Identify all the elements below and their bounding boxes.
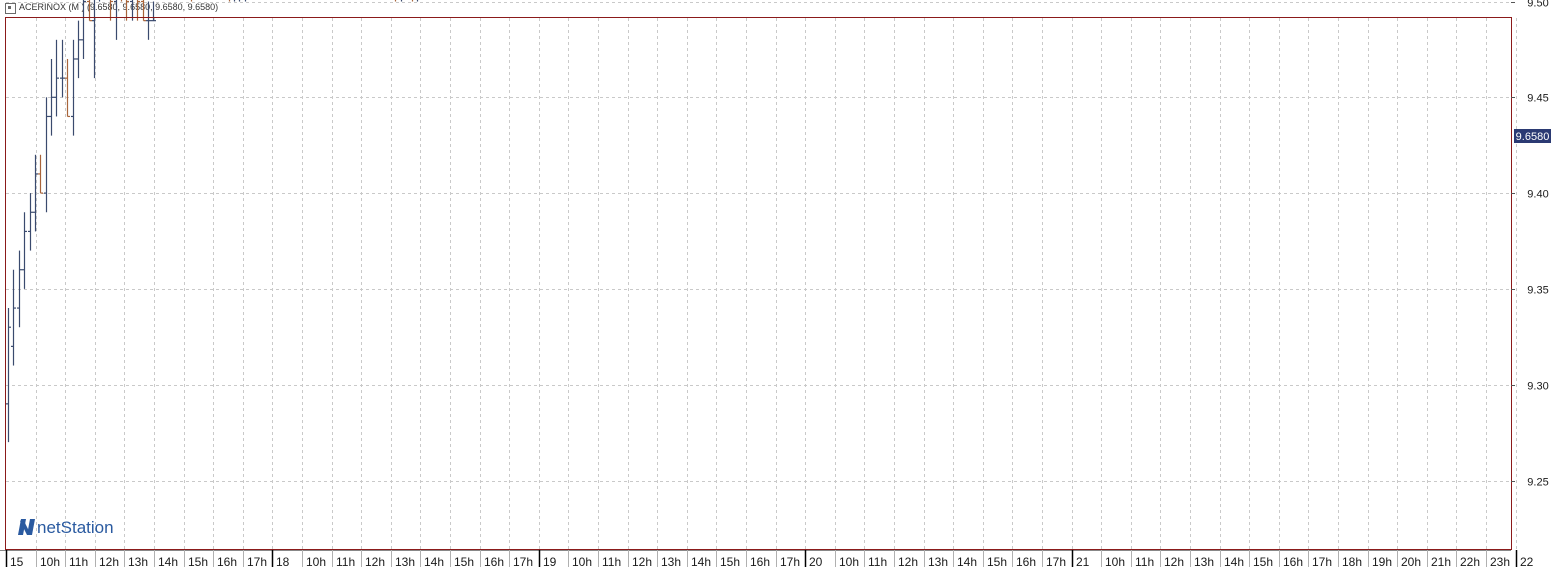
netstation-logo: netStation: [18, 518, 114, 537]
ohlc-bar: [28, 193, 33, 251]
x-tick-label: 19: [543, 555, 557, 569]
x-tick-label: 11h: [602, 555, 621, 569]
x-tick-label: 23h: [1490, 555, 1510, 569]
chart-bars: [6, 0, 419, 443]
ohlc-bar: [11, 269, 16, 366]
x-tick-label: 16h: [1016, 555, 1036, 569]
ohlc-bar: [244, 0, 247, 2]
ohlc-bar: [228, 0, 231, 2]
x-tick-label: 16h: [750, 555, 770, 569]
x-tick-label: 21h: [1431, 555, 1451, 569]
x-tick-label: 18h: [1342, 555, 1362, 569]
ohlc-bar: [6, 308, 11, 443]
last-price-marker: 9.6580: [1514, 129, 1551, 143]
ohlc-bar: [400, 0, 403, 2]
x-tick-label: 10h: [1105, 555, 1125, 569]
ohlc-bar: [44, 97, 49, 213]
x-tick-label: 14h: [424, 555, 444, 569]
x-tick-label: 22: [1520, 555, 1534, 569]
x-tick-label: 14h: [1224, 555, 1244, 569]
ohlc-bar: [233, 0, 236, 2]
x-tick-label: 15h: [188, 555, 208, 569]
ohlc-chart[interactable]: 9.259.309.359.409.459.509.559.609.659.70…: [0, 0, 1565, 574]
ohlc-bar: [17, 250, 22, 328]
ohlc-bar: [394, 0, 397, 2]
x-tick-label: 10h: [839, 555, 859, 569]
y-tick-label: 9.35: [1527, 285, 1548, 297]
x-tick-label: 17h: [513, 555, 533, 569]
ohlc-bar: [60, 39, 65, 98]
x-tick-label: 15: [10, 555, 24, 569]
x-tick-label: 13h: [1194, 555, 1214, 569]
x-tick-label: 12h: [632, 555, 652, 569]
x-tick-label: 15h: [720, 555, 740, 569]
x-tick-label: 11h: [868, 555, 887, 569]
y-tick-label: 9.25: [1527, 477, 1548, 489]
ohlc-bar: [98, 0, 101, 2]
x-tick-label: 14h: [158, 555, 178, 569]
y-tick-label: 9.40: [1527, 189, 1548, 201]
x-tick-label: 13h: [928, 555, 948, 569]
x-tick-label: 17h: [780, 555, 800, 569]
ohlc-bar: [76, 20, 81, 79]
ohlc-bar: [92, 0, 96, 79]
ohlc-bar: [190, 0, 193, 2]
x-tick-label: 12h: [1164, 555, 1184, 569]
time-axis[interactable]: 15 10h 11h 12h 13h 14h 15h 16h 17h 18 10h 11h 12h 13h…: [0, 550, 1534, 569]
x-tick-label: 16h: [217, 555, 237, 569]
x-tick-label: 15h: [987, 555, 1007, 569]
x-tick-label: 15h: [1253, 555, 1273, 569]
ohlc-bar: [38, 154, 43, 194]
x-tick-label: 10h: [306, 555, 326, 569]
ohlc-bar: [54, 39, 59, 117]
ohlc-bar: [146, 1, 151, 40]
x-tick-label: 13h: [395, 555, 415, 569]
x-tick-label: 12h: [365, 555, 385, 569]
last-price-label: 9.6580: [1516, 131, 1550, 143]
x-tick-label: 10h: [40, 555, 60, 569]
ohlc-bar: [114, 0, 118, 40]
y-tick-label: 9.30: [1527, 381, 1548, 393]
x-tick-label: 16h: [484, 555, 504, 569]
x-tick-label: 12h: [898, 555, 918, 569]
x-tick-label: 11h: [1135, 555, 1154, 569]
ohlc-bar: [22, 212, 27, 289]
netstation-logo-icon: [18, 519, 35, 535]
ohlc-bar: [120, 0, 123, 2]
x-tick-label: 14h: [957, 555, 977, 569]
x-tick-label: 15h: [454, 555, 474, 569]
logo-text: netStation: [37, 518, 114, 537]
x-tick-label: 22h: [1460, 555, 1480, 569]
x-tick-label: 20h: [1401, 555, 1421, 569]
y-tick-label: 9.45: [1527, 93, 1548, 105]
x-tick-label: 11h: [336, 555, 355, 569]
x-tick-label: 18: [276, 555, 290, 569]
x-tick-label: 17h: [1046, 555, 1066, 569]
x-tick-label: 20: [809, 555, 823, 569]
x-tick-label: 17h: [247, 555, 267, 569]
x-tick-label: 17h: [1312, 555, 1332, 569]
x-tick-label: 12h: [99, 555, 119, 569]
y-tick-label: 9.50: [1527, 0, 1548, 10]
x-tick-label: 11h: [69, 555, 88, 569]
ohlc-bar: [416, 0, 419, 2]
ohlc-bar: [411, 0, 414, 2]
x-tick-label: 13h: [128, 555, 148, 569]
ohlc-bar: [238, 0, 241, 2]
x-tick-label: 10h: [572, 555, 592, 569]
ohlc-bar: [71, 39, 76, 136]
x-tick-label: 21: [1076, 555, 1090, 569]
x-tick-label: 19h: [1372, 555, 1392, 569]
x-tick-label: 13h: [661, 555, 681, 569]
ohlc-bar: [81, 0, 86, 59]
chart-grid: [6, 2, 1517, 549]
x-tick-label: 14h: [691, 555, 711, 569]
x-tick-label: 16h: [1283, 555, 1303, 569]
